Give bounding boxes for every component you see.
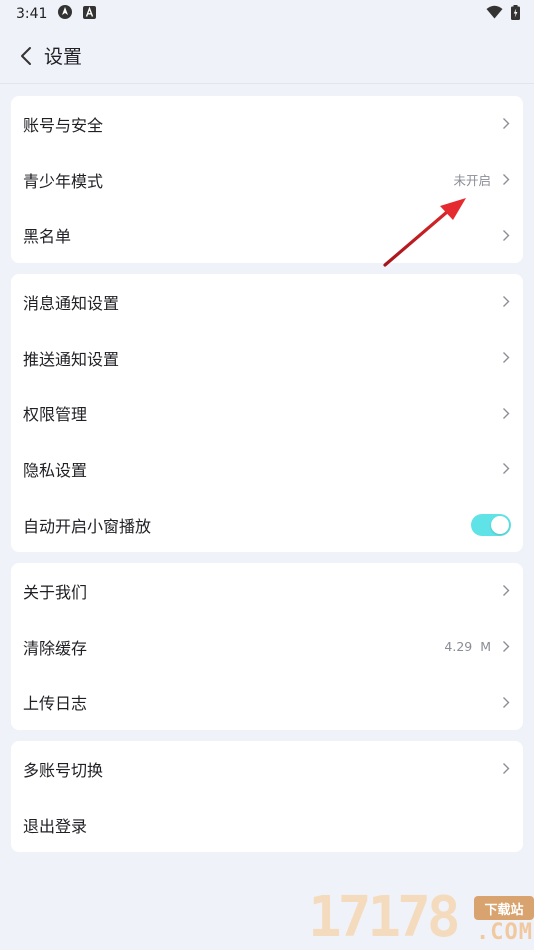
chevron-right-icon — [499, 462, 513, 476]
status-time: 3:41 — [16, 6, 48, 22]
row-upload-log[interactable]: 上传日志 — [11, 674, 523, 730]
chevron-right-icon — [499, 640, 513, 654]
auto-pip-toggle[interactable] — [471, 513, 511, 536]
settings-group-notifications: 消息通知设置 推送通知设置 权限管理 隐私设置 自动开启小窗播放 — [11, 274, 523, 553]
row-label: 自动开启小窗播放 — [23, 516, 152, 536]
row-label: 消息通知设置 — [23, 293, 120, 313]
settings-group-account: 账号与安全 青少年模式 未开启 黑名单 — [11, 96, 523, 264]
row-about-us[interactable]: 关于我们 — [11, 563, 523, 619]
row-permissions[interactable]: 权限管理 — [11, 385, 523, 441]
row-label: 关于我们 — [23, 582, 88, 602]
row-switch-account[interactable]: 多账号切换 — [11, 741, 523, 797]
row-label: 隐私设置 — [23, 460, 88, 480]
back-arrow-icon[interactable] — [8, 28, 44, 84]
row-push-notifications[interactable]: 推送通知设置 — [11, 330, 523, 386]
row-label: 清除缓存 — [23, 638, 88, 658]
row-auto-pip: 自动开启小窗播放 — [11, 497, 523, 553]
chevron-right-icon — [499, 295, 513, 309]
row-privacy[interactable]: 隐私设置 — [11, 441, 523, 497]
watermark-badge: 下载站 — [474, 896, 534, 920]
toggle-knob — [491, 515, 509, 534]
row-logout[interactable]: 退出登录 — [11, 797, 523, 853]
row-blacklist[interactable]: 黑名单 — [11, 207, 523, 263]
row-label: 退出登录 — [23, 816, 88, 836]
row-label: 黑名单 — [23, 227, 72, 247]
row-message-notifications[interactable]: 消息通知设置 — [11, 274, 523, 330]
chevron-right-icon — [499, 695, 513, 709]
row-label: 账号与安全 — [23, 115, 104, 135]
cache-size: 4.29 M — [444, 639, 491, 655]
watermark-suffix: .COM — [476, 920, 533, 945]
row-account-security[interactable]: 账号与安全 — [11, 96, 523, 152]
status-bar: 3:41 — [0, 0, 534, 28]
a-badge-icon — [83, 5, 97, 23]
row-teen-mode[interactable]: 青少年模式 未开启 — [11, 152, 523, 208]
teen-mode-status: 未开启 — [453, 173, 491, 189]
chevron-right-icon — [499, 351, 513, 365]
chevron-right-icon — [499, 762, 513, 776]
settings-group-account-switch: 多账号切换 退出登录 — [11, 741, 523, 853]
watermark-logo: 17178 下载站 .COM — [308, 886, 534, 950]
location-icon — [57, 4, 73, 24]
row-label: 多账号切换 — [23, 760, 104, 780]
page-title: 设置 — [44, 46, 83, 68]
chevron-right-icon — [499, 117, 513, 131]
watermark-digits: 17178 — [308, 885, 461, 950]
settings-group-about: 关于我们 清除缓存 4.29 M 上传日志 — [11, 563, 523, 731]
row-label: 青少年模式 — [23, 171, 104, 191]
row-label: 权限管理 — [23, 405, 88, 425]
app-header: 设置 — [0, 28, 534, 84]
wifi-icon — [486, 5, 503, 23]
row-label: 推送通知设置 — [23, 349, 120, 369]
row-clear-cache[interactable]: 清除缓存 4.29 M — [11, 619, 523, 675]
row-label: 上传日志 — [23, 694, 88, 714]
chevron-right-icon — [499, 406, 513, 420]
battery-icon — [511, 4, 520, 24]
chevron-right-icon — [499, 173, 513, 187]
chevron-right-icon — [499, 228, 513, 242]
chevron-right-icon — [499, 584, 513, 598]
